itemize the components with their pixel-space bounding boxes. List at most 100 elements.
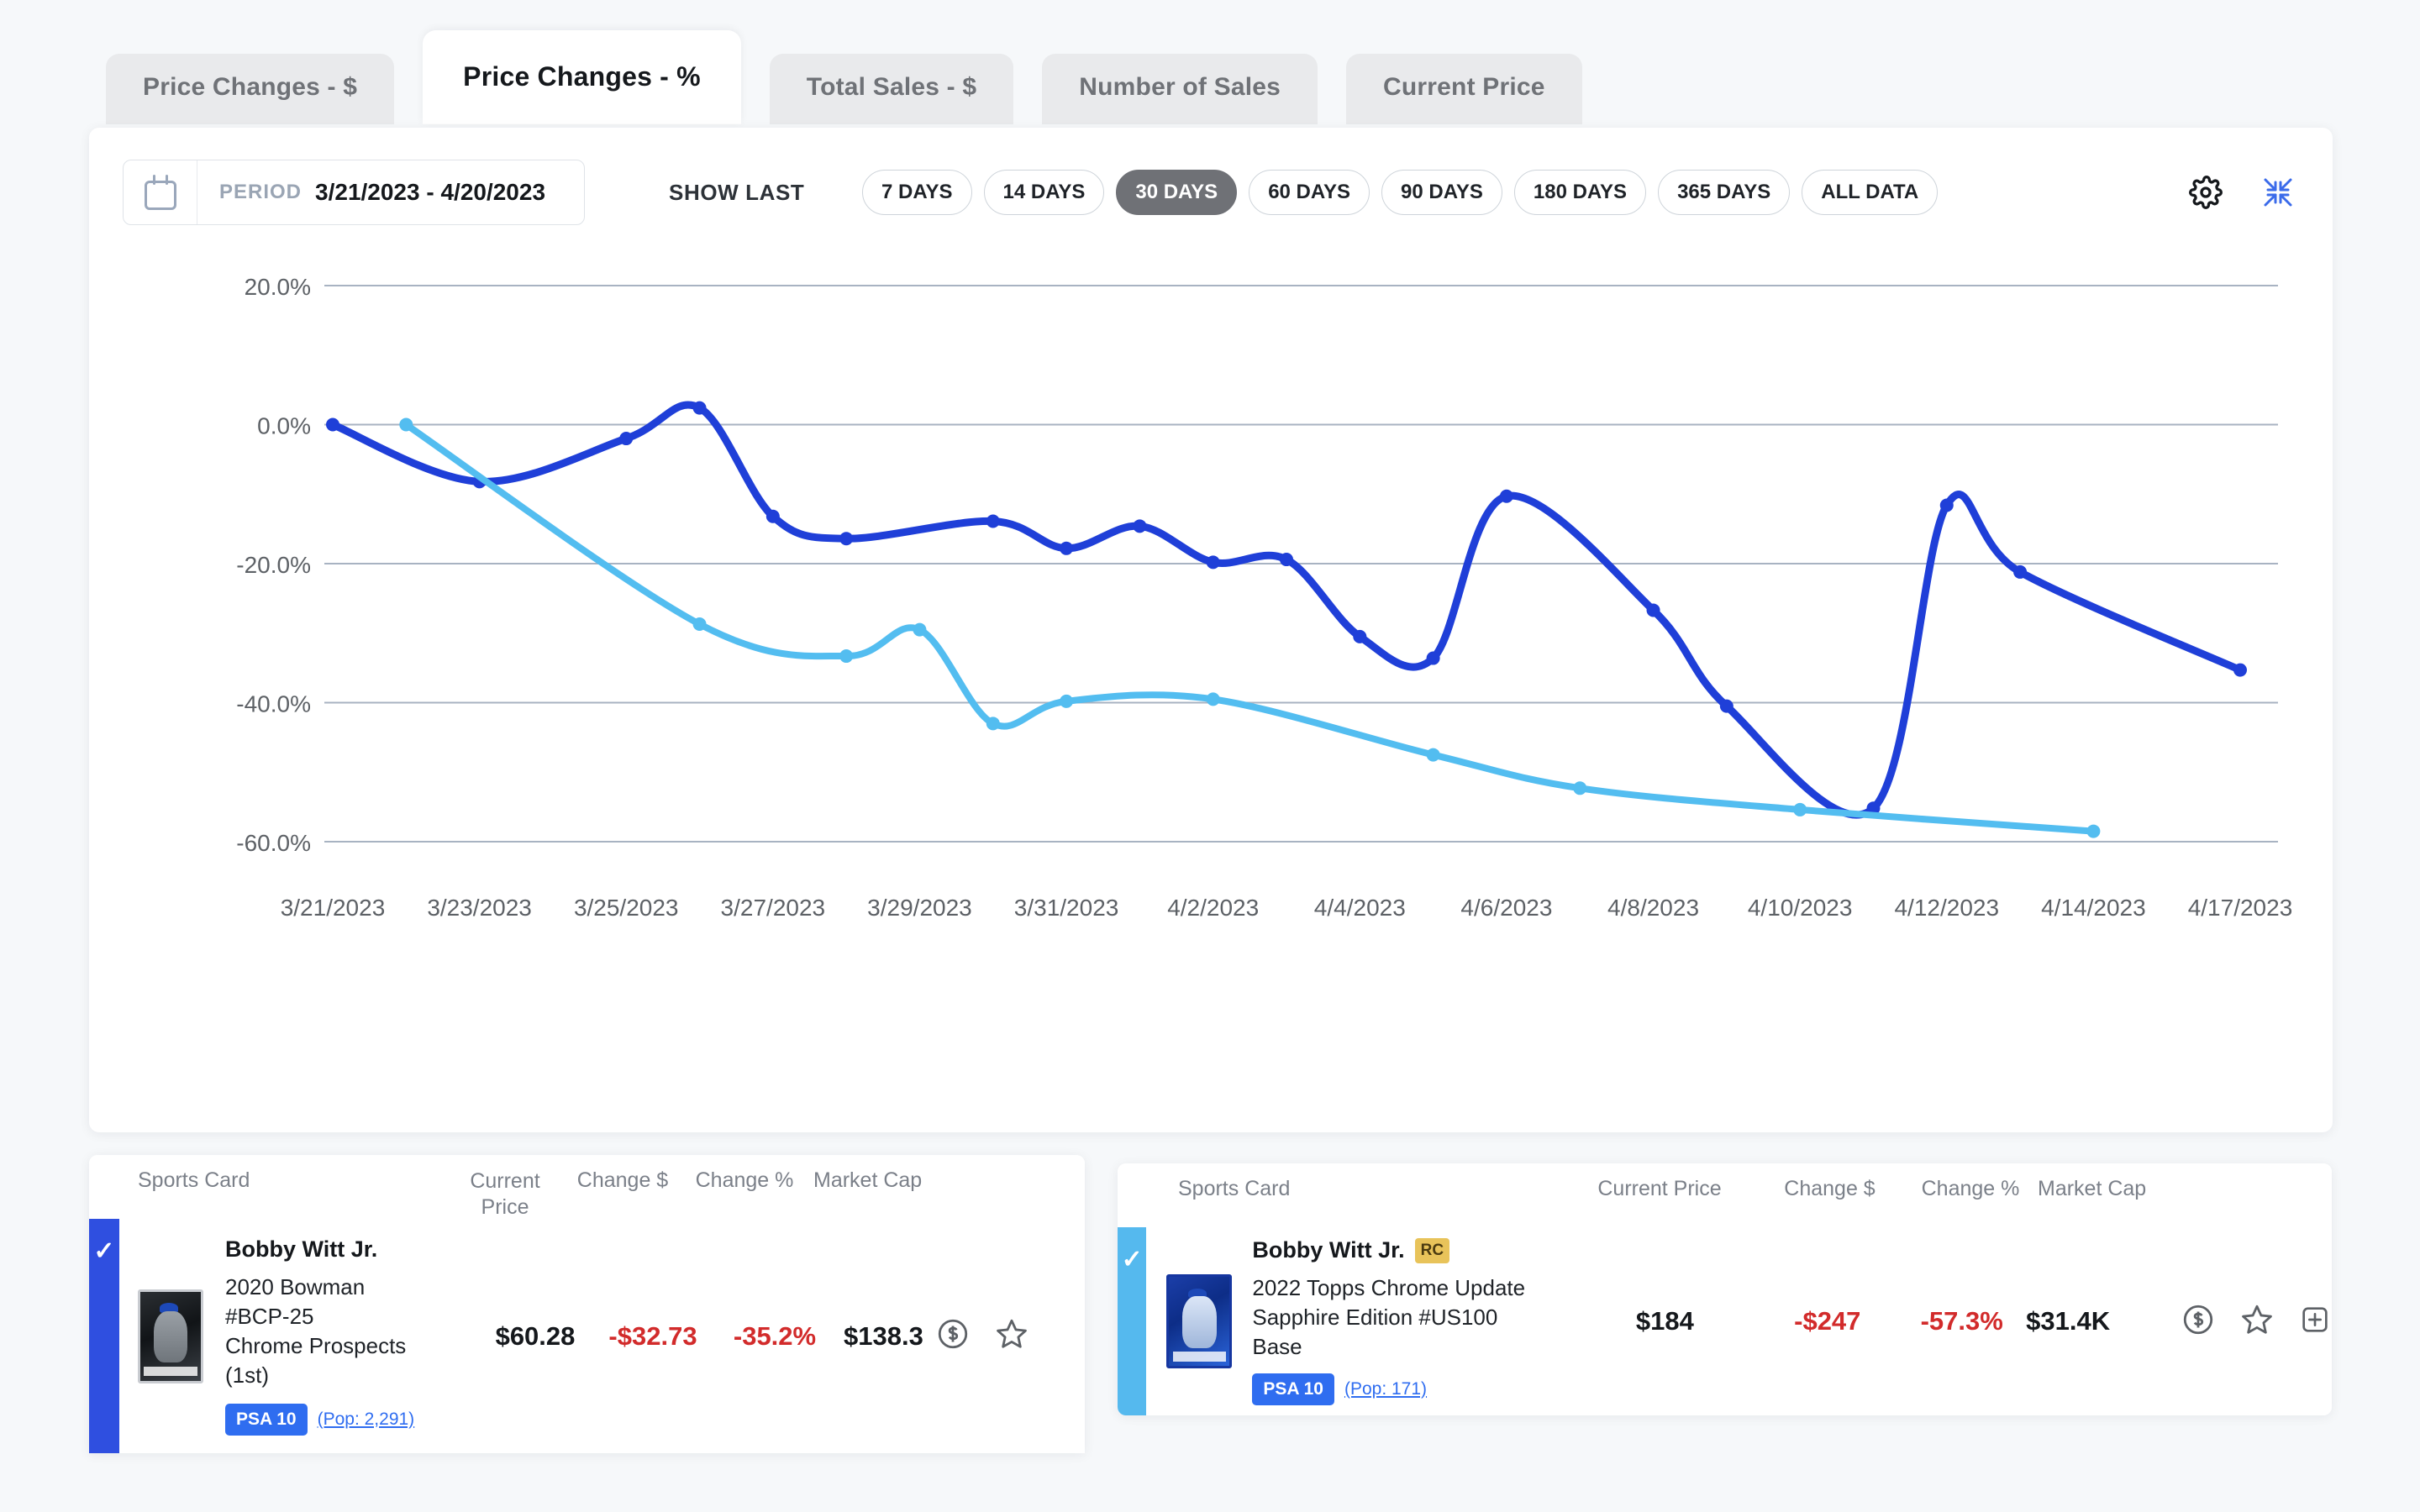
svg-text:4/17/2023: 4/17/2023 (2188, 895, 2293, 921)
card-table-right: Sports Card Current Price Change $ Chang… (1118, 1163, 2332, 1415)
tab-price-changes-percent[interactable]: Price Changes - % (423, 30, 741, 124)
cell-market-cap: $138.3 (844, 1320, 923, 1351)
svg-text:4/6/2023: 4/6/2023 (1460, 895, 1552, 921)
show-last-label: SHOW LAST (669, 180, 805, 205)
star-icon[interactable] (994, 1316, 1029, 1356)
collapse-arrows-icon[interactable] (2260, 175, 2296, 210)
tab-price-changes-dollar[interactable]: Price Changes - $ (106, 54, 395, 124)
svg-text:3/25/2023: 3/25/2023 (574, 895, 679, 921)
grade-badge: PSA 10 (1252, 1373, 1334, 1405)
dollar-circle-icon[interactable] (2181, 1302, 2216, 1341)
dollar-circle-icon[interactable] (935, 1316, 971, 1356)
svg-text:3/27/2023: 3/27/2023 (721, 895, 826, 921)
cell-current-price: $60.28 (495, 1320, 576, 1351)
card-detail-line: Sapphire Edition #US100 (1252, 1305, 1498, 1331)
period-selector[interactable]: PERIOD 3/21/2023 - 4/20/2023 (123, 160, 585, 225)
tab-label: Number of Sales (1079, 73, 1281, 101)
pill-label: 180 DAYS (1533, 181, 1628, 203)
range-pill-group: 7 DAYS 14 DAYS 30 DAYS 60 DAYS 90 DAYS 1… (862, 170, 1939, 215)
row-select-indicator[interactable]: ✓ (89, 1219, 119, 1453)
cell-current-price: $184 (1635, 1306, 1694, 1336)
svg-text:-60.0%: -60.0% (236, 830, 311, 856)
svg-text:3/29/2023: 3/29/2023 (867, 895, 972, 921)
card-player-name: Bobby Witt Jr. (1252, 1237, 1405, 1263)
table-row[interactable]: ✓ Bobby Witt Jr. 2020 Bowman #BCP-25 Chr… (89, 1219, 1085, 1453)
cell-change-dollar: -$247 (1794, 1306, 1861, 1336)
column-market-cap: Market Cap (2038, 1177, 2147, 1200)
tab-number-of-sales[interactable]: Number of Sales (1042, 54, 1318, 124)
svg-text:3/23/2023: 3/23/2023 (427, 895, 532, 921)
card-detail-line: Chrome Prospects (225, 1333, 407, 1358)
column-change-dollar: Change $ (576, 1168, 669, 1192)
tab-label: Current Price (1383, 73, 1545, 101)
range-pill-365-days[interactable]: 365 DAYS (1658, 170, 1791, 215)
card-player-name: Bobby Witt Jr. (225, 1236, 378, 1263)
range-pill-180-days[interactable]: 180 DAYS (1513, 170, 1647, 215)
column-change-dollar: Change $ (1784, 1177, 1876, 1200)
cell-change-percent: -57.3% (1920, 1306, 2003, 1336)
range-pill-all-data[interactable]: ALL DATA (1802, 170, 1939, 215)
pill-label: 60 DAYS (1268, 181, 1351, 203)
card-detail-line: (1st) (225, 1362, 269, 1388)
svg-text:4/10/2023: 4/10/2023 (1748, 895, 1853, 921)
row-select-indicator[interactable]: ✓ (1118, 1227, 1147, 1415)
pill-label: 30 DAYS (1135, 181, 1218, 203)
check-icon: ✓ (93, 1237, 115, 1265)
rookie-card-badge: RC (1414, 1237, 1450, 1263)
grade-badge: PSA 10 (225, 1403, 308, 1436)
population-link[interactable]: (Pop: 171) (1344, 1379, 1427, 1399)
svg-text:4/2/2023: 4/2/2023 (1167, 895, 1259, 921)
column-current-price: Current Price (470, 1169, 540, 1219)
range-pill-14-days[interactable]: 14 DAYS (983, 170, 1105, 215)
table-header-right: Sports Card Current Price Change $ Chang… (1118, 1163, 2332, 1227)
population-link[interactable]: (Pop: 2,291) (318, 1410, 415, 1430)
chart-svg[interactable]: 20.0% 0.0% -20.0% -40.0% -60.0% 3/21/2023 3/23… (89, 245, 2333, 1018)
range-pill-90-days[interactable]: 90 DAYS (1381, 170, 1502, 215)
calendar-icon[interactable] (124, 160, 197, 224)
pill-label: 14 DAYS (1002, 181, 1086, 203)
column-market-cap: Market Cap (813, 1168, 923, 1192)
check-icon: ✓ (1121, 1246, 1143, 1273)
range-pill-60-days[interactable]: 60 DAYS (1249, 170, 1370, 215)
table-header-left: Sports Card Current Price Change $ Change… (89, 1155, 1085, 1219)
range-pill-30-days[interactable]: 30 DAYS (1116, 170, 1238, 215)
card-detail-line: 2022 Topps Chrome Update (1252, 1275, 1526, 1301)
chart-panel: PERIOD 3/21/2023 - 4/20/2023 SHOW LAST 7… (89, 128, 2333, 1132)
svg-text:3/21/2023: 3/21/2023 (281, 895, 386, 921)
pill-label: 365 DAYS (1677, 181, 1771, 203)
svg-text:4/14/2023: 4/14/2023 (2041, 895, 2146, 921)
column-sports-card: Sports Card (1178, 1177, 1291, 1200)
svg-text:0.0%: 0.0% (257, 413, 311, 439)
svg-text:3/31/2023: 3/31/2023 (1014, 895, 1119, 921)
period-label: PERIOD (219, 181, 302, 203)
column-change-percent: Change % (1921, 1177, 2020, 1200)
tab-total-sales-dollar[interactable]: Total Sales - $ (769, 54, 1014, 124)
svg-text:4/8/2023: 4/8/2023 (1607, 895, 1699, 921)
svg-text:-20.0%: -20.0% (236, 552, 311, 578)
pill-label: 90 DAYS (1401, 181, 1483, 203)
chart-toolbar: PERIOD 3/21/2023 - 4/20/2023 SHOW LAST 7… (89, 128, 2333, 245)
card-detail-line: 2020 Bowman (225, 1274, 366, 1300)
column-current-price: Current Price (1597, 1177, 1722, 1200)
gear-icon[interactable] (2188, 175, 2223, 210)
card-table-left: Sports Card Current Price Change $ Change… (89, 1155, 1085, 1453)
cell-market-cap: $31.4K (2026, 1306, 2111, 1336)
tab-label: Total Sales - $ (806, 73, 977, 101)
table-row[interactable]: ✓ Bobby Witt Jr. RC 2022 Topps Chrome Up… (1118, 1227, 2332, 1415)
card-detail-line: #BCP-25 (225, 1304, 314, 1330)
baseball-card-thumbnail[interactable] (1166, 1273, 1233, 1368)
svg-text:-40.0%: -40.0% (236, 691, 311, 717)
star-icon[interactable] (2239, 1302, 2275, 1341)
column-change-percent: Change % (695, 1168, 794, 1192)
tab-label: Price Changes - % (463, 60, 701, 92)
baseball-card-thumbnail[interactable] (138, 1289, 203, 1383)
plus-square-icon[interactable] (2298, 1303, 2332, 1341)
app-root: Price Changes - $ Price Changes - % Tota… (0, 0, 2420, 1512)
svg-text:4/4/2023: 4/4/2023 (1314, 895, 1406, 921)
cell-change-dollar: -$32.73 (608, 1320, 697, 1351)
svg-text:4/12/2023: 4/12/2023 (1894, 895, 1999, 921)
column-sports-card: Sports Card (138, 1168, 250, 1192)
price-change-percent-chart: 20.0% 0.0% -20.0% -40.0% -60.0% 3/21/2023 3/23… (89, 245, 2333, 1018)
range-pill-7-days[interactable]: 7 DAYS (862, 170, 972, 215)
tab-current-price[interactable]: Current Price (1346, 54, 1582, 124)
